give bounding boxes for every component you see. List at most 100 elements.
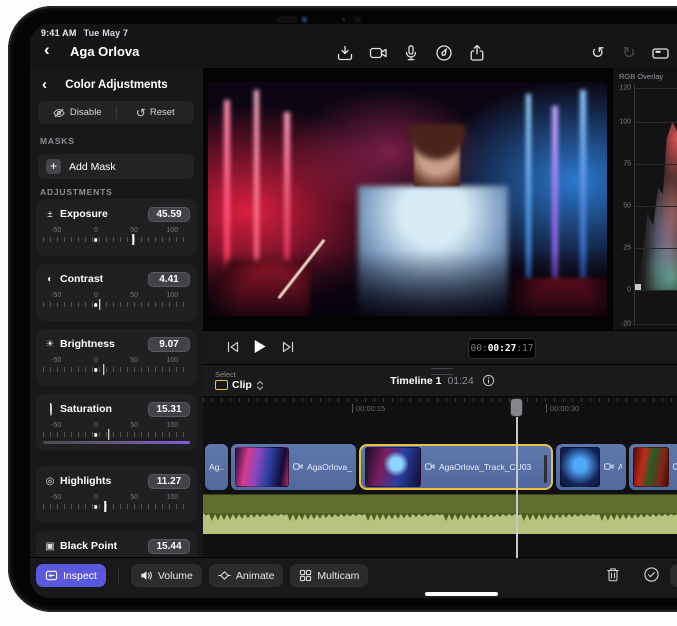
timeline-clip[interactable]: A... bbox=[556, 444, 626, 490]
volume-label: Volume bbox=[158, 570, 193, 582]
rgb-overlay-scope: RGB Overlay 1201007550250-20 bbox=[612, 68, 677, 330]
video-preview[interactable] bbox=[208, 82, 607, 316]
scope-tick-label: 100 bbox=[617, 118, 631, 125]
home-indicator[interactable] bbox=[425, 592, 498, 596]
timeline-duration: 01:24 bbox=[447, 375, 473, 387]
adjustment-slider[interactable]: -50050100 bbox=[43, 494, 190, 516]
scope-gridline bbox=[634, 88, 677, 89]
timeline-clips-track: Ag...AgaOrlova_Track_Wid...AgaOrlova_Tra… bbox=[203, 444, 677, 490]
inspect-button[interactable]: Inspect bbox=[36, 564, 106, 587]
top-navigation-bar: 9:41 AMTue May 7 ‹ Aga Orlova bbox=[30, 24, 677, 69]
delete-button[interactable] bbox=[605, 566, 621, 588]
audio-waveform bbox=[203, 513, 677, 534]
scope-gridline bbox=[634, 248, 677, 249]
slider-tick-label: 50 bbox=[130, 227, 138, 234]
black-point-icon: ▣ bbox=[43, 541, 57, 552]
sensor-dot bbox=[342, 18, 345, 21]
multicam-button[interactable]: Multicam bbox=[290, 564, 368, 587]
play-button[interactable] bbox=[250, 337, 269, 361]
timecode-display[interactable]: 00:00:27:17 bbox=[468, 338, 536, 359]
slider-origin-dot bbox=[94, 505, 98, 509]
ruler-ticks bbox=[203, 398, 677, 402]
adjustment-value-field[interactable]: 15.31 bbox=[148, 402, 190, 417]
clip-camera-icon bbox=[425, 462, 435, 471]
add-mask-button[interactable]: + Add Mask bbox=[38, 154, 194, 179]
ipad-device-frame: 9:41 AMTue May 7 ‹ Aga Orlova bbox=[8, 6, 677, 612]
clip-thumbnail bbox=[235, 447, 289, 487]
adjustment-value-field[interactable]: 9.07 bbox=[148, 337, 190, 352]
adjustment-value-field[interactable]: 45.59 bbox=[148, 207, 190, 222]
slider-tick-label: 100 bbox=[167, 292, 179, 299]
panel-back-button[interactable]: ‹ bbox=[42, 76, 47, 93]
jog-wheel-button[interactable] bbox=[648, 41, 672, 65]
slider-tick-label: 50 bbox=[130, 422, 138, 429]
adjustment-label: Exposure bbox=[60, 208, 148, 220]
disable-button[interactable]: Disable bbox=[38, 101, 116, 124]
timeline-clip[interactable]: Ag... bbox=[205, 444, 228, 490]
timeline-clip-selected[interactable]: AgaOrlova_Track_CU03 bbox=[359, 444, 553, 490]
eye-slash-icon bbox=[52, 107, 66, 119]
timecode-main: 00:27 bbox=[488, 343, 517, 354]
info-button[interactable] bbox=[482, 374, 495, 390]
adjustment-slider[interactable]: -50050100 bbox=[43, 357, 190, 379]
audio-track[interactable] bbox=[203, 494, 677, 534]
slider-cursor[interactable] bbox=[132, 234, 134, 245]
skip-forward-icon bbox=[280, 339, 296, 355]
slider-cursor[interactable] bbox=[105, 501, 107, 512]
adjustment-slider[interactable]: -50050100 bbox=[43, 422, 190, 444]
slider-tick-label: -50 bbox=[51, 422, 61, 429]
slider-cursor[interactable] bbox=[103, 364, 105, 375]
slider-tick-label: 50 bbox=[130, 292, 138, 299]
slider-ticks bbox=[43, 237, 190, 242]
status-time: 9:41 AM bbox=[41, 28, 77, 38]
timeline-ruler[interactable]: 00:00:1500:00:30 bbox=[203, 396, 677, 420]
reset-button[interactable]: ↺ Reset bbox=[117, 101, 195, 124]
record-video-button[interactable] bbox=[366, 41, 390, 65]
skip-forward-button[interactable] bbox=[280, 339, 296, 360]
scope-tick-label: -20 bbox=[617, 320, 631, 327]
adjustment-value-field[interactable]: 4.41 bbox=[148, 272, 190, 287]
animate-button[interactable]: Animate bbox=[209, 564, 284, 587]
adjustment-value-field[interactable]: 11.27 bbox=[148, 474, 190, 489]
checkmark-circle-icon bbox=[643, 566, 660, 583]
volume-button[interactable]: Volume bbox=[131, 564, 202, 587]
slider-tick-label: 50 bbox=[130, 357, 138, 364]
done-button[interactable] bbox=[643, 566, 660, 588]
adjustment-slider[interactable]: -50050100 bbox=[43, 292, 190, 314]
skip-back-button[interactable] bbox=[225, 339, 241, 360]
slider-cursor[interactable] bbox=[99, 299, 101, 310]
import-button[interactable] bbox=[333, 41, 357, 65]
project-title: Aga Orlova bbox=[70, 44, 139, 59]
transport-bar: 00:00:27:17 bbox=[203, 330, 677, 365]
playhead-line bbox=[516, 411, 518, 558]
slider-cursor[interactable] bbox=[108, 429, 110, 440]
slider-tick-label: 100 bbox=[167, 357, 179, 364]
undo-button[interactable]: ↺ bbox=[586, 41, 610, 65]
slider-tick-label: 0 bbox=[94, 494, 98, 501]
timeline-clip[interactable] bbox=[629, 444, 677, 490]
slider-tick-label: 100 bbox=[167, 494, 179, 501]
status-bar: 9:41 AMTue May 7 bbox=[41, 28, 128, 38]
slider-tick-label: 0 bbox=[94, 292, 98, 299]
trim-handle-left[interactable] bbox=[365, 455, 368, 483]
jog-wheel-icon bbox=[651, 44, 670, 62]
slider-ticks bbox=[43, 504, 190, 509]
titles-button[interactable] bbox=[432, 41, 456, 65]
partial-edge-button[interactable] bbox=[670, 564, 677, 587]
redo-button[interactable]: ↻ bbox=[617, 41, 641, 65]
trim-handle-right[interactable] bbox=[544, 455, 547, 483]
slider-origin-dot bbox=[94, 303, 98, 307]
slider-ticks bbox=[43, 367, 190, 372]
scope-tick-label: 0 bbox=[617, 287, 631, 294]
timeline-clip[interactable]: AgaOrlova_Track_Wid... bbox=[231, 444, 356, 490]
share-button[interactable] bbox=[465, 41, 489, 65]
saturation-icon bbox=[50, 403, 52, 416]
scope-gridline bbox=[634, 206, 677, 207]
adjustment-slider[interactable]: -50050100 bbox=[43, 227, 190, 249]
playhead-handle[interactable] bbox=[510, 398, 523, 417]
back-button[interactable]: ‹ bbox=[44, 40, 50, 60]
timeline-header: Select Clip Timeline 101:24 ⇅ bbox=[203, 365, 677, 397]
record-audio-button[interactable] bbox=[399, 41, 423, 65]
adjustment-value-field[interactable]: 15.44 bbox=[148, 539, 190, 554]
scope-gridline bbox=[634, 164, 677, 165]
